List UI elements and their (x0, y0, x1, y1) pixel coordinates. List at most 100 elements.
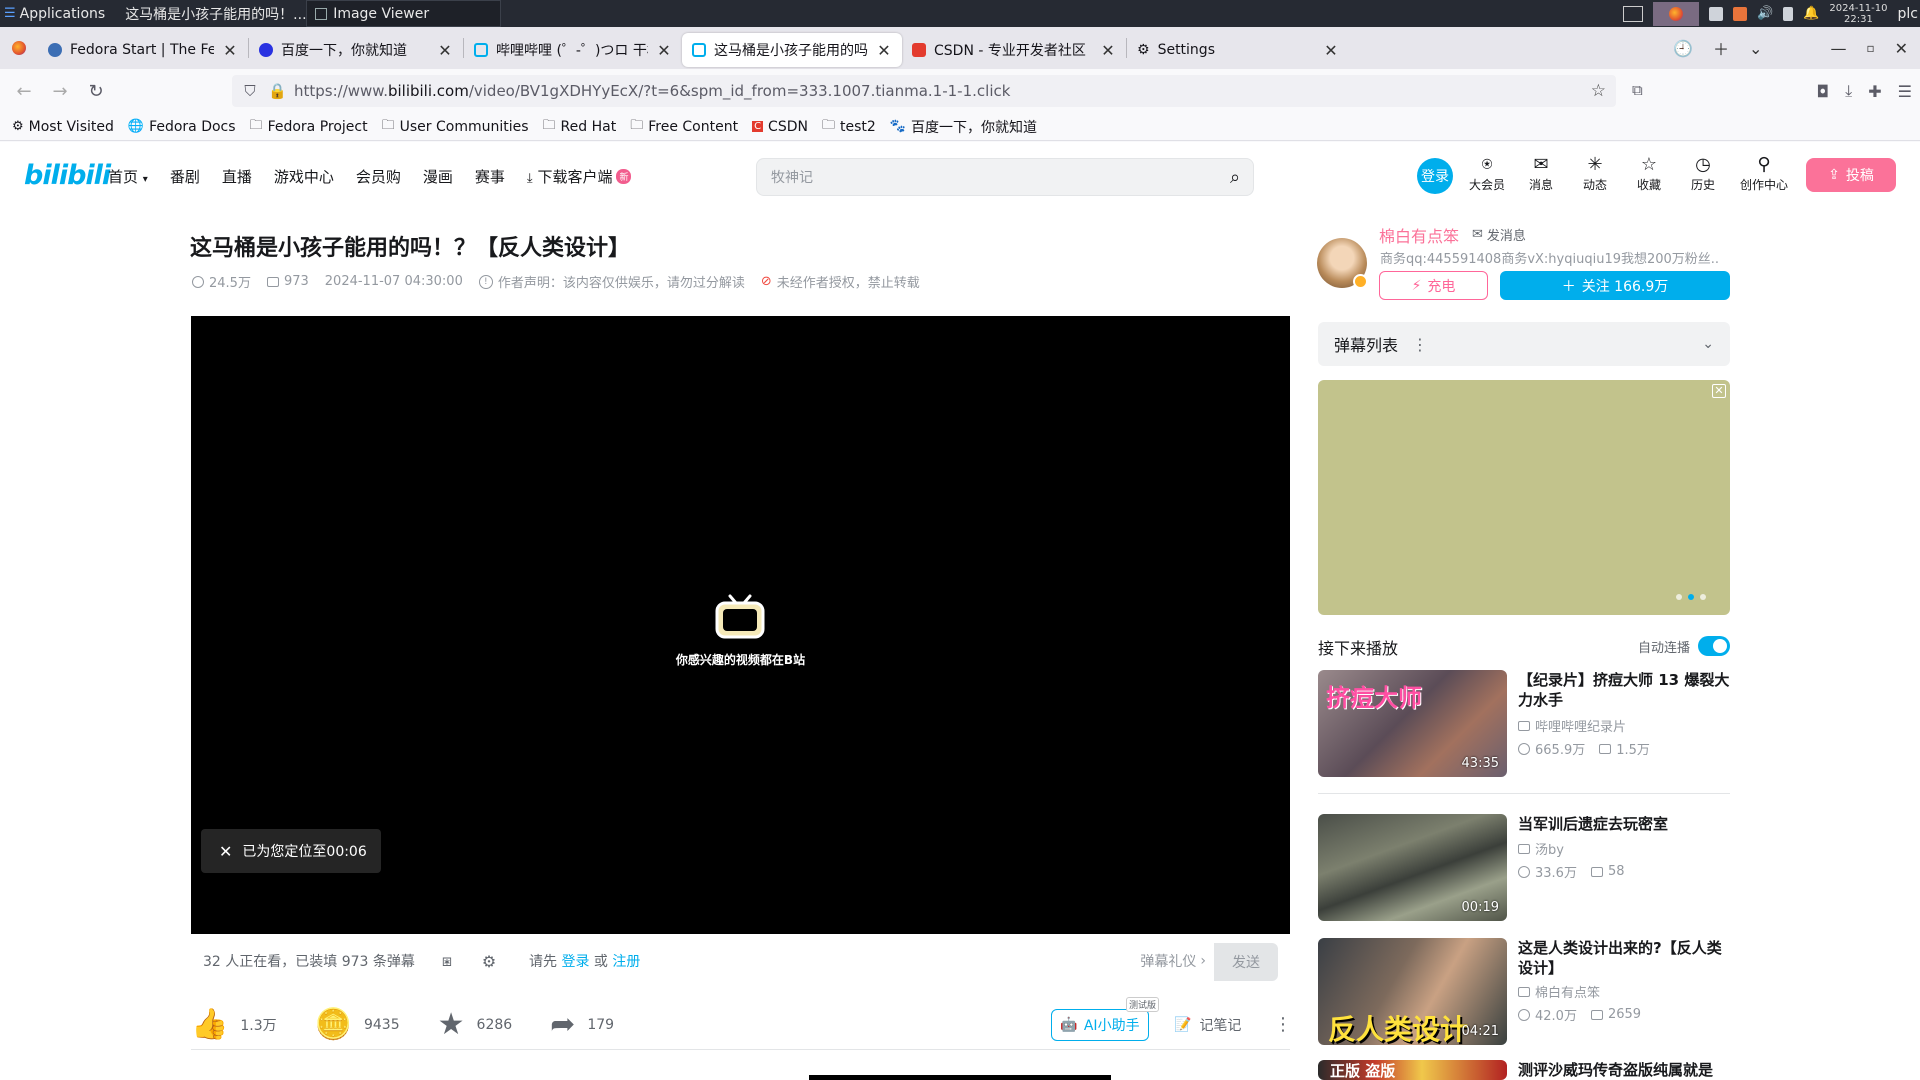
send-danmaku-button[interactable]: 发送 (1214, 943, 1278, 981)
close-tab-icon[interactable]: ✕ (222, 41, 238, 60)
tab-csdn[interactable]: CSDN - 专业开发者社区 ✕ (902, 33, 1126, 67)
video-player[interactable]: 你感兴趣的视频都在B站 ✕ 已为您定位至00:06 (191, 316, 1290, 934)
taskbar-item-image-viewer[interactable]: Image Viewer (306, 0, 502, 27)
close-icon[interactable]: ✕ (1712, 384, 1726, 398)
header-history[interactable]: ◷ 历史 (1682, 154, 1724, 193)
minimize-window-icon[interactable]: — (1830, 39, 1846, 58)
taskbar-item-firefox[interactable]: 这马桶是小孩子能用的吗！... (111, 0, 306, 27)
ai-assistant-button[interactable]: 🤖 AI小助手 (1051, 1009, 1149, 1041)
video-thumbnail[interactable]: 反人类设计 04:21 (1318, 938, 1507, 1045)
bookmark-free-content[interactable]: 🗀 Free Content (630, 116, 738, 138)
battery-icon[interactable] (1783, 6, 1794, 21)
search-box[interactable]: 牧神记 ⌕ (756, 158, 1254, 196)
menu-hamburger-icon[interactable]: ☰ (1898, 82, 1912, 101)
maximize-window-icon[interactable]: ▫ (1866, 41, 1874, 55)
nav-anime[interactable]: 番剧 (170, 166, 200, 187)
tracking-shield-icon[interactable]: ⛉ (242, 82, 258, 100)
favorite-button[interactable]: ★ 6286 (438, 1007, 513, 1042)
bookmark-most-visited[interactable]: ⚙ Most Visited (12, 119, 114, 135)
chevron-down-icon[interactable]: ⌄ (1702, 336, 1714, 352)
translate-icon[interactable]: ⧉ (1632, 81, 1643, 99)
bookmark-red-hat[interactable]: 🗀 Red Hat (543, 116, 617, 138)
carousel-dot[interactable] (1700, 594, 1706, 600)
register-link[interactable]: 注册 (612, 954, 640, 970)
tab-baidu[interactable]: 百度一下，你就知道 ✕ (249, 33, 463, 67)
notification-bell-icon[interactable]: 🔔 (1803, 6, 1819, 21)
header-messages[interactable]: ✉ 消息 (1520, 154, 1562, 193)
close-tab-icon[interactable]: ✕ (656, 41, 672, 60)
video-author[interactable]: 棉白有点笨 (1518, 982, 1600, 1001)
close-tab-icon[interactable]: ✕ (876, 41, 892, 60)
volume-icon[interactable]: 🔊 (1757, 6, 1773, 21)
search-icon[interactable]: ⌕ (1217, 161, 1253, 193)
danmaku-list-header[interactable]: 弹幕列表 ⋮ ⌄ (1318, 322, 1730, 366)
bookmark-user-communities[interactable]: 🗀 User Communities (382, 116, 529, 138)
bookmark-test2[interactable]: 🗀 test2 (822, 116, 876, 138)
pocket-icon[interactable]: ◘ (1817, 82, 1830, 101)
bookmark-star-icon[interactable]: ☆ (1591, 81, 1606, 101)
back-arrow-icon[interactable]: ← (6, 75, 42, 107)
bookmark-fedora-project[interactable]: 🗀 Fedora Project (250, 116, 368, 138)
nav-esports[interactable]: 赛事 (475, 166, 505, 187)
bookmark-fedora-docs[interactable]: 🌐 Fedora Docs (128, 119, 236, 135)
list-all-tabs-chevron-icon[interactable]: ⌄ (1749, 39, 1762, 58)
login-button[interactable]: 登录 (1417, 158, 1453, 194)
close-icon[interactable]: ✕ (219, 842, 232, 861)
video-thumbnail[interactable]: 挤痘大师 43:35 (1318, 670, 1507, 777)
bilibili-logo[interactable]: bilibili (24, 160, 111, 191)
video-thumbnail[interactable]: 00:19 (1318, 814, 1507, 921)
nav-mall[interactable]: 会员购 (356, 166, 401, 187)
search-input[interactable]: 牧神记 (771, 167, 1217, 187)
tab-fedora[interactable]: Fedora Start | The Fedora ✕ (38, 33, 248, 67)
recommendation-item[interactable]: 正版 盗版 测评沙威玛传奇盗版纯属就是 (1318, 1060, 1730, 1080)
charge-button[interactable]: ⚡ 充电 (1379, 271, 1488, 300)
bookmark-baidu[interactable]: 🐾 百度一下，你就知道 (890, 117, 1037, 137)
autoplay-toggle[interactable]: 自动连播 (1638, 636, 1731, 656)
upload-button[interactable]: ⇪ 投稿 (1806, 158, 1896, 192)
danmaku-settings-icon[interactable]: ⚙ (475, 947, 503, 975)
history-clock-icon[interactable]: 🕘 (1673, 39, 1693, 58)
nav-manga[interactable]: 漫画 (423, 166, 453, 187)
workspace-1[interactable] (1623, 5, 1644, 22)
more-vertical-icon[interactable]: ⋮ (1412, 335, 1428, 354)
close-tab-icon[interactable]: ✕ (437, 41, 453, 60)
close-tab-icon[interactable]: ✕ (1100, 41, 1116, 60)
tab-bilibili-video[interactable]: 这马桶是小孩子能用的吗！？ ✕ (682, 33, 902, 67)
video-author[interactable]: 哔哩哔哩纪录片 (1518, 716, 1626, 735)
like-button[interactable]: 👍 1.3万 (191, 1007, 277, 1042)
firefox-view-button[interactable] (0, 41, 38, 55)
header-favorites[interactable]: ☆ 收藏 (1628, 154, 1670, 193)
header-dynamic[interactable]: ✳ 动态 (1574, 154, 1616, 193)
downloads-icon[interactable]: ⤓ (1845, 81, 1852, 101)
nav-live[interactable]: 直播 (222, 166, 252, 187)
follow-button[interactable]: ＋ 关注 166.9万 (1500, 271, 1730, 300)
nav-download-client[interactable]: ⤓ 下载客户端新 (527, 166, 632, 187)
video-thumbnail[interactable]: 正版 盗版 (1318, 1060, 1507, 1080)
uploader-avatar[interactable] (1317, 238, 1368, 289)
take-notes-button[interactable]: 📝 记笔记 (1174, 1009, 1241, 1041)
coin-button[interactable]: 🪙 9435 (315, 1007, 400, 1042)
url-text[interactable]: https://www.bilibili.com/video/BV1gXDHYy… (294, 82, 1010, 100)
share-button[interactable]: ➦ 179 (550, 1007, 614, 1042)
security-shield-icon[interactable] (1733, 6, 1748, 21)
recommendation-item[interactable]: 反人类设计 04:21 这是人类设计出来的?【反人类设计】 棉白有点笨 42.0… (1318, 938, 1730, 1048)
extensions-icon[interactable]: ✚ (1868, 82, 1881, 101)
carousel-dot[interactable] (1676, 594, 1682, 600)
forward-arrow-icon[interactable]: → (42, 75, 78, 107)
workspace-2[interactable] (1653, 1, 1700, 26)
tab-bilibili-home[interactable]: 哔哩哔哩 (゜-゜)つロ 干杯~ ✕ (464, 33, 682, 67)
danmaku-toggle-icon[interactable]: ⧆ (433, 947, 461, 975)
user-menu[interactable]: plc (1898, 6, 1918, 22)
nav-home[interactable]: 首页 ▾ (108, 166, 148, 187)
send-message-link[interactable]: ✉ 发消息 (1472, 225, 1526, 244)
video-title-link[interactable]: 当军训后遗症去玩密室 (1518, 814, 1730, 834)
clock[interactable]: 2024-11-10 22:31 (1829, 3, 1887, 25)
address-bar[interactable]: ⛉ 🔒 https://www.bilibili.com/video/BV1gX… (232, 75, 1616, 107)
new-tab-plus-icon[interactable]: ＋ (1713, 36, 1729, 60)
applications-menu[interactable]: ☰ Applications (0, 0, 111, 27)
bookmark-csdn[interactable]: C CSDN (752, 119, 808, 135)
header-vip[interactable]: ⍟ 大会员 (1466, 154, 1508, 193)
recommendation-item[interactable]: 挤痘大师 43:35 【纪录片】挤痘大师 13 爆裂大力水手 哔哩哔哩纪录片 6… (1318, 670, 1730, 780)
video-title-link[interactable]: 测评沙威玛传奇盗版纯属就是 (1518, 1060, 1730, 1080)
header-creator-center[interactable]: ⚲ 创作中心 (1736, 154, 1792, 193)
